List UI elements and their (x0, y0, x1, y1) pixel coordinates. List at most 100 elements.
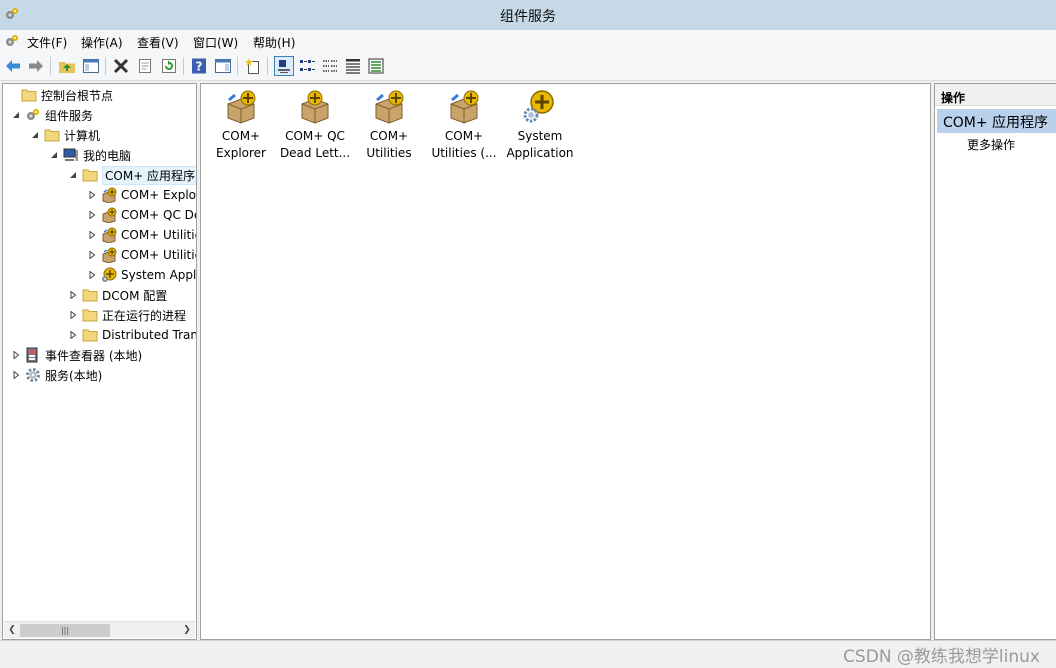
event-viewer-icon (26, 347, 38, 363)
list-view-button[interactable] (320, 56, 340, 76)
small-icons-view-icon (300, 60, 315, 71)
detail-view-button[interactable] (343, 56, 363, 76)
toolbar-separator (105, 57, 106, 75)
large-icon-com-qc-dead-letter[interactable]: COM+ QC Dead Lett... (277, 88, 353, 162)
detail-view-icon (346, 59, 360, 74)
com-app-icon (450, 90, 479, 124)
tree-item-component-services[interactable]: 组件服务 (11, 105, 93, 125)
collapsed-arrow-icon[interactable] (87, 190, 97, 200)
forward-arrow-icon (29, 60, 43, 72)
large-icon-com-utilities[interactable]: COM+ Utilities (351, 88, 427, 162)
more-actions-link[interactable]: 更多操作 (967, 136, 1015, 153)
result-pane[interactable]: COM+ Explorer COM+ QC Dead Lett... COM+ … (200, 83, 931, 640)
tree-item-com-qc-dead-letter[interactable]: COM+ QC Dead Letter Queue Listener (87, 205, 196, 225)
folder-icon (82, 309, 98, 322)
refresh-icon (162, 59, 176, 73)
menu-action[interactable]: 操作(A) (81, 34, 123, 51)
properties-button[interactable] (135, 56, 155, 76)
back-arrow-icon (6, 60, 20, 72)
large-icon-com-utilities-32[interactable]: COM+ Utilities (... (426, 88, 502, 162)
console-tree-icon (83, 59, 99, 73)
new-window-button[interactable] (243, 56, 263, 76)
svg-text:?: ? (196, 60, 203, 74)
component-services-icon (27, 109, 39, 120)
export-list-button[interactable] (366, 56, 386, 76)
scroll-right-arrow-icon[interactable]: ❯ (180, 624, 194, 637)
tree-item-computers[interactable]: 计算机 (30, 125, 100, 145)
tree-item-services[interactable]: 服务(本地) (11, 365, 102, 385)
collapsed-arrow-icon[interactable] (68, 310, 78, 320)
toolbar-separator (50, 57, 51, 75)
window-title: 组件服务 (500, 9, 556, 25)
tree-item-event-viewer[interactable]: 事件查看器 (本地) (11, 345, 142, 365)
actions-group-title[interactable]: COM+ 应用程序 (937, 109, 1056, 133)
toolbar: ? (0, 52, 1056, 81)
com-app-icon (375, 90, 404, 124)
expanded-arrow-icon[interactable] (68, 170, 78, 180)
tree-item-com-utilities[interactable]: COM+ Utilities (87, 225, 196, 245)
export-list-icon (368, 58, 384, 74)
collapsed-arrow-icon[interactable] (87, 250, 97, 260)
folder-icon (21, 89, 37, 102)
list-view-icon (323, 60, 337, 72)
tree-item-com-utilities-32[interactable]: COM+ Utilities (32 bit) (87, 245, 196, 265)
forward-button[interactable] (26, 56, 46, 76)
collapsed-arrow-icon[interactable] (68, 330, 78, 340)
collapsed-arrow-icon[interactable] (11, 350, 21, 360)
tree-item-console-root[interactable]: 控制台根节点 (7, 85, 113, 105)
menu-file[interactable]: 文件(F) (27, 34, 67, 51)
com-app-icon (102, 227, 117, 243)
system-app-icon (102, 267, 117, 282)
delete-x-icon (113, 58, 129, 74)
com-app-icon (102, 247, 117, 263)
scroll-left-arrow-icon[interactable]: ❮ (5, 624, 19, 637)
toolbar-separator (183, 57, 184, 75)
tree-item-system-application[interactable]: System Application (87, 265, 196, 285)
show-hide-console-tree-button[interactable] (81, 56, 101, 76)
horizontal-scrollbar[interactable]: ❮ ||| ❯ (4, 621, 195, 638)
folder-icon (82, 289, 98, 302)
menu-view[interactable]: 查看(V) (137, 34, 179, 51)
tree-item-running-processes[interactable]: 正在运行的进程 (68, 305, 186, 325)
delete-button[interactable] (111, 56, 131, 76)
system-app-icon (523, 90, 554, 123)
folder-up-icon (59, 62, 75, 73)
tree-item-distributed-transaction[interactable]: Distributed Transaction Coordinator (68, 325, 196, 345)
refresh-button[interactable] (159, 56, 179, 76)
com-app-icon (102, 207, 117, 223)
large-icon-com-explorer[interactable]: COM+ Explorer (203, 88, 279, 162)
large-icons-view-icon (278, 60, 290, 73)
large-icons-view-button[interactable] (274, 56, 294, 76)
collapsed-arrow-icon[interactable] (11, 370, 21, 380)
show-hide-action-pane-button[interactable] (213, 56, 233, 76)
folder-icon (82, 329, 98, 342)
tree-item-com-explorer[interactable]: COM+ Explorer (87, 185, 196, 205)
tree-item-dcom-config[interactable]: DCOM 配置 (68, 285, 167, 305)
actions-pane: 操作 COM+ 应用程序 更多操作 (934, 83, 1056, 640)
up-one-level-button[interactable] (57, 56, 77, 76)
small-icons-view-button[interactable] (297, 56, 317, 76)
tree-item-com-applications[interactable]: COM+ 应用程序 (68, 165, 196, 185)
toolbar-separator (237, 57, 238, 75)
collapsed-arrow-icon[interactable] (68, 290, 78, 300)
component-services-icon[interactable] (4, 33, 20, 49)
properties-icon (139, 59, 151, 73)
large-icon-system-application[interactable]: System Application (502, 88, 578, 162)
expanded-arrow-icon[interactable] (11, 110, 21, 120)
collapsed-arrow-icon[interactable] (87, 270, 97, 280)
tree-item-my-computer[interactable]: 我的电脑 (49, 145, 131, 165)
services-gear-icon (26, 368, 40, 382)
com-app-icon (102, 187, 117, 203)
console-tree[interactable]: 控制台根节点 组件服务 计算机 我的电脑 COM+ 应用程序 COM+ Expl… (2, 83, 197, 640)
scrollbar-thumb[interactable]: ||| (20, 624, 110, 637)
expanded-arrow-icon[interactable] (30, 130, 40, 140)
watermark: CSDN @教练我想学linux (843, 647, 1040, 667)
tree-expander (7, 90, 17, 100)
back-button[interactable] (3, 56, 23, 76)
expanded-arrow-icon[interactable] (49, 150, 59, 160)
help-button[interactable]: ? (189, 56, 209, 76)
collapsed-arrow-icon[interactable] (87, 230, 97, 240)
menu-help[interactable]: 帮助(H) (253, 34, 295, 51)
collapsed-arrow-icon[interactable] (87, 210, 97, 220)
menu-window[interactable]: 窗口(W) (193, 34, 238, 51)
